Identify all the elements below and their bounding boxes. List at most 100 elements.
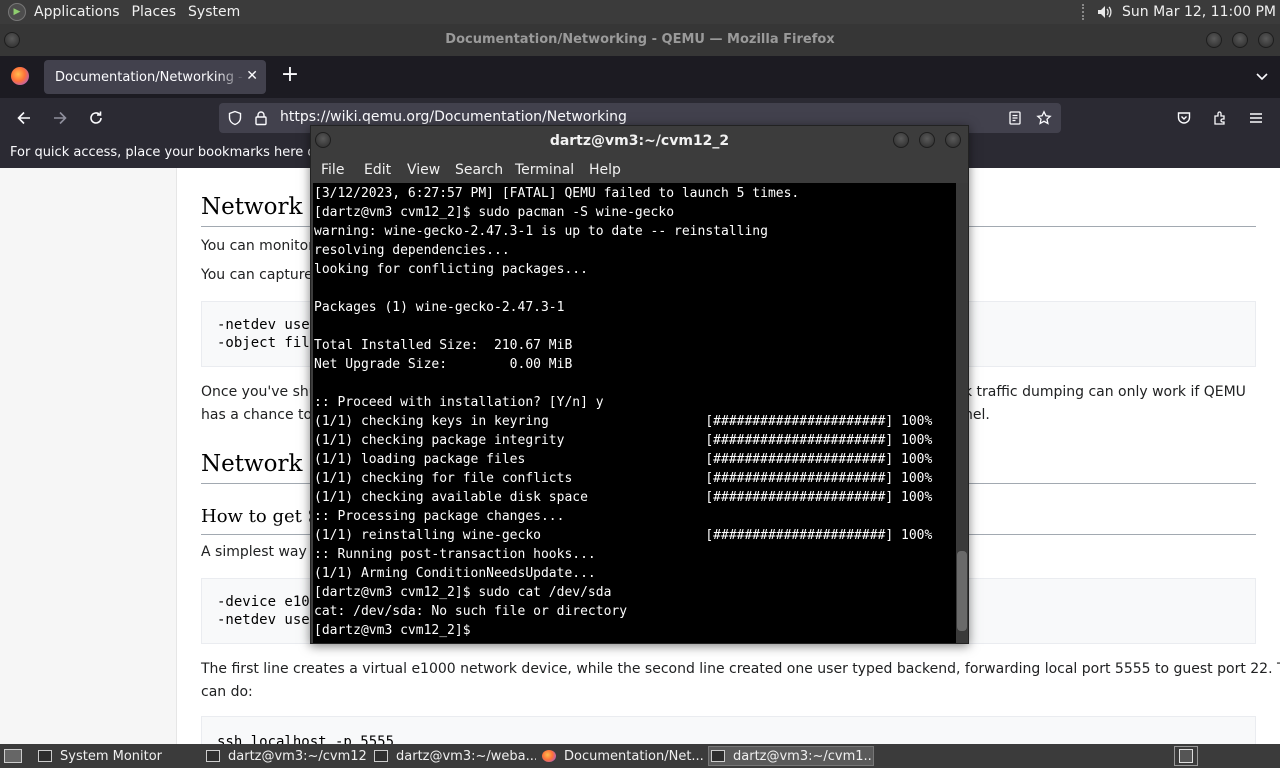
places-menu[interactable]: Places <box>132 4 177 20</box>
terminal-menu-file[interactable]: File <box>321 162 344 178</box>
terminal-line: (1/1) checking package integrity [######… <box>314 433 933 448</box>
applications-menu[interactable]: Applications <box>34 4 120 20</box>
firefox-tab-bar: Documentation/Networking - QEMU ✕ + <box>0 56 1280 98</box>
hamburger-menu-icon[interactable] <box>1246 108 1266 128</box>
terminal-window-menu-button[interactable] <box>315 132 331 148</box>
url-text[interactable]: https://wiki.qemu.org/Documentation/Netw… <box>280 109 627 125</box>
terminal-line: [dartz@vm3 cvm12_2]$ sudo pacman -S wine… <box>314 205 675 220</box>
terminal-line: cat: /dev/sda: No such file or directory <box>314 604 628 619</box>
extensions-icon[interactable] <box>1210 108 1230 128</box>
taskbar-item-label: dartz@vm3:~/weba... <box>396 748 536 764</box>
panel-clock[interactable]: Sun Mar 12, 11:00 PM <box>1122 4 1276 20</box>
paragraph-once: Once you've shu <box>201 384 318 400</box>
paragraph-capture: You can capture <box>201 267 313 283</box>
terminal-line: :: Processing package changes... <box>314 509 565 524</box>
window-menu-button[interactable] <box>4 32 20 48</box>
code-line: -netdev use <box>217 317 310 333</box>
terminal-close-button[interactable] <box>945 132 961 148</box>
code-line: -device e10 <box>217 594 310 610</box>
terminal-menu-edit[interactable]: Edit <box>364 162 391 178</box>
close-window-button[interactable] <box>1258 32 1274 48</box>
terminal-line: Total Installed Size: 210.67 MiB <box>314 338 573 353</box>
terminal-icon <box>206 750 220 762</box>
terminal-line: (1/1) Arming ConditionNeedsUpdate... <box>314 566 596 581</box>
workspace-icon <box>1179 749 1193 763</box>
terminal-line: warning: wine-gecko-2.47.3-1 is up to da… <box>314 224 768 239</box>
terminal-titlebar[interactable]: dartz@vm3:~/cvm12_2 <box>311 126 968 157</box>
show-desktop-icon <box>4 749 22 763</box>
code-line: ssh localhost -p 5555 <box>217 734 395 744</box>
terminal-menu-search[interactable]: Search <box>455 162 503 178</box>
terminal-icon <box>711 750 725 762</box>
taskbar-item-terminal-cvm12-2[interactable]: dartz@vm3:~/cvm1... <box>708 746 874 766</box>
panel-drag-handle[interactable] <box>1082 4 1086 20</box>
terminal-menu-help[interactable]: Help <box>589 162 621 178</box>
tab-documentation-networking[interactable]: Documentation/Networking - QEMU ✕ <box>44 60 266 94</box>
taskbar-item-label: dartz@vm3:~/cvm1... <box>733 748 874 764</box>
code-line: -netdev use <box>217 612 310 628</box>
terminal-menubar: File Edit View Search Terminal Help <box>311 157 968 183</box>
volume-icon[interactable] <box>1096 3 1114 21</box>
tab-title: Documentation/Networking - QEMU <box>55 69 245 85</box>
wiki-sidebar <box>0 168 177 744</box>
show-desktop-button[interactable] <box>4 746 24 766</box>
bookmark-star-icon[interactable] <box>1034 108 1054 128</box>
paragraph-once-2: has a chance to s <box>201 407 324 423</box>
terminal-line: :: Proceed with installation? [Y/n] y <box>314 395 604 410</box>
firefox-icon <box>542 750 556 762</box>
terminal-scrollbar[interactable] <box>956 183 968 643</box>
terminal-menu-terminal[interactable]: Terminal <box>515 162 574 178</box>
terminal-line: looking for conflicting packages... <box>314 262 588 277</box>
taskbar-item-label: Documentation/Net... <box>564 748 704 764</box>
taskbar-item-firefox[interactable]: Documentation/Net... <box>542 746 704 766</box>
reader-view-icon[interactable] <box>1005 108 1025 128</box>
heading-how-to-get: How to get S <box>201 506 320 527</box>
pocket-icon[interactable] <box>1174 108 1194 128</box>
terminal-line: (1/1) checking keys in keyring [########… <box>314 414 933 429</box>
terminal-line: [dartz@vm3 cvm12_2]$ <box>314 623 479 638</box>
terminal-title: dartz@vm3:~/cvm12_2 <box>549 133 730 149</box>
new-tab-button[interactable]: + <box>278 64 302 88</box>
minimize-button[interactable] <box>1206 32 1222 48</box>
back-button[interactable] <box>14 108 34 128</box>
terminal-icon <box>374 750 388 762</box>
taskbar-item-system-monitor[interactable]: System Monitor <box>38 746 200 766</box>
bookmarks-hint: For quick access, place your bookmarks h… <box>10 145 350 160</box>
list-all-tabs-button[interactable] <box>1254 68 1270 84</box>
terminal-menu-view[interactable]: View <box>407 162 440 178</box>
paragraph-simplest: A simplest way is <box>201 544 323 560</box>
terminal-scrollbar-thumb[interactable] <box>957 551 967 631</box>
terminal-minimize-button[interactable] <box>893 132 909 148</box>
terminal-line: (1/1) checking for file conflicts [#####… <box>314 471 933 486</box>
top-panel: ▶ Applications Places System Sun Mar 12,… <box>0 0 1280 24</box>
maximize-button[interactable] <box>1232 32 1248 48</box>
terminal-line: (1/1) checking available disk space [###… <box>314 490 933 505</box>
tab-close-icon[interactable]: ✕ <box>246 68 258 84</box>
code-line: -object fil <box>217 335 310 351</box>
tracking-protection-shield-icon[interactable] <box>225 108 245 128</box>
firefox-view-icon[interactable] <box>11 67 29 85</box>
paragraph-first-line: The first line creates a virtual e1000 n… <box>201 661 1280 677</box>
paragraph-monitor: You can monitor <box>201 238 314 254</box>
distro-logo-icon[interactable]: ▶ <box>8 3 26 21</box>
forward-button[interactable] <box>50 108 70 128</box>
taskbar-item-label: System Monitor <box>60 748 163 764</box>
terminal-line: (1/1) reinstalling wine-gecko [#########… <box>314 528 933 543</box>
firefox-window-title: Documentation/Networking - QEMU — Mozill… <box>445 32 835 47</box>
workspace-switcher[interactable] <box>1174 746 1198 766</box>
terminal-line: [3/12/2023, 6:27:57 PM] [FATAL] QEMU fai… <box>314 186 800 201</box>
bottom-taskbar: System Monitor dartz@vm3:~/cvm12 dartz@v… <box>0 744 1280 768</box>
terminal-line: resolving dependencies... <box>314 243 510 258</box>
site-lock-icon[interactable] <box>251 108 271 128</box>
terminal-window[interactable]: dartz@vm3:~/cvm12_2 File Edit View Searc… <box>310 125 969 644</box>
terminal-line: Net Upgrade Size: 0.00 MiB <box>314 357 573 372</box>
taskbar-item-terminal-cvm12[interactable]: dartz@vm3:~/cvm12 <box>206 746 368 766</box>
reload-button[interactable] <box>86 108 106 128</box>
firefox-window-titlebar[interactable]: Documentation/Networking - QEMU — Mozill… <box>0 24 1280 56</box>
system-menu[interactable]: System <box>188 4 240 20</box>
terminal-maximize-button[interactable] <box>919 132 935 148</box>
paragraph-once-right: k traffic dumping can only work if QEMU <box>964 384 1246 400</box>
terminal-output[interactable]: [3/12/2023, 6:27:57 PM] [FATAL] QEMU fai… <box>313 183 956 643</box>
taskbar-item-terminal-weba[interactable]: dartz@vm3:~/weba... <box>374 746 536 766</box>
terminal-line: Packages (1) wine-gecko-2.47.3-1 <box>314 300 565 315</box>
